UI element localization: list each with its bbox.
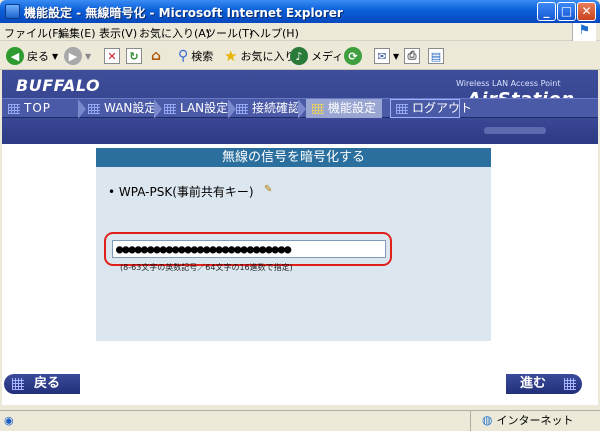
windows-flag-icon: ⚑ <box>572 23 596 41</box>
blurred-model-text <box>484 127 546 134</box>
panel-title: 無線の信号を暗号化する <box>96 148 491 167</box>
menu-view[interactable]: 表示(V) <box>99 25 137 41</box>
edit-page-button[interactable]: ▤ <box>428 45 444 67</box>
header-subbar <box>2 118 598 144</box>
globe-icon: ◍ <box>482 413 493 427</box>
tab-function-settings[interactable]: 機能設定 <box>312 99 376 118</box>
tab-top[interactable]: TOP <box>8 99 51 118</box>
favorites-toolbar-label: お気に入り <box>240 50 296 63</box>
star-icon: ★ <box>224 47 238 65</box>
tab-function-label: 機能設定 <box>328 101 377 115</box>
tab-connection-check[interactable]: 接続確認 <box>236 99 300 118</box>
grid-icon <box>88 103 100 114</box>
status-divider <box>470 411 471 431</box>
page-status-icon: ◉ <box>4 414 14 427</box>
media-icon: ♪ <box>290 47 308 65</box>
edit-window-icon: ▤ <box>428 48 444 64</box>
stop-button[interactable]: ✕ <box>104 45 120 67</box>
tab-logout-label: ログアウト <box>412 101 473 115</box>
security-zone: ◍ インターネット <box>482 412 573 428</box>
home-icon: ⌂ <box>150 48 162 64</box>
menu-tools[interactable]: ツール(T) <box>205 25 253 41</box>
printer-icon: ⎙ <box>404 48 420 64</box>
chevron-down-icon: ▼ <box>393 51 400 61</box>
grid-icon <box>236 103 248 114</box>
back-toolbar-label: 戻る <box>27 50 49 63</box>
chevron-down-icon: ▼ <box>85 51 92 61</box>
nav-separator-arrow <box>228 99 236 119</box>
product-caption: Wireless LAN Access Point <box>456 79 561 88</box>
tab-connection-label: 接続確認 <box>252 101 301 115</box>
minimize-button[interactable]: _ <box>537 2 556 21</box>
wpa-psk-label: WPA-PSK(事前共有キー) <box>118 185 254 199</box>
refresh-button[interactable]: ↻ <box>126 45 142 67</box>
menu-file[interactable]: ファイル(F) <box>4 25 63 41</box>
key-format-hint: (8-63文字の英数記号／64文字の16進数で指定) <box>120 263 293 272</box>
menu-favorites[interactable]: お気に入り(A) <box>139 25 210 41</box>
chevron-down-icon: ▼ <box>52 51 59 61</box>
ie-window-icon <box>5 4 20 19</box>
print-button[interactable]: ⎙ <box>404 45 420 67</box>
back-arrow-icon: ◀ <box>6 47 24 65</box>
history-button[interactable]: ⟳ <box>344 45 362 67</box>
next-button-label: 進む <box>520 376 547 391</box>
search-toolbar-button[interactable]: ⚲ 検索 <box>178 45 213 67</box>
grid-icon <box>312 103 324 114</box>
search-toolbar-label: 検索 <box>191 50 214 63</box>
grid-icon <box>396 103 408 114</box>
airstation-header: BUFFALO Wireless LAN Access Point AirSta… <box>2 70 598 144</box>
help-icon[interactable]: ✎ <box>264 184 280 196</box>
search-icon: ⚲ <box>178 48 189 64</box>
maximize-button[interactable]: □ <box>557 2 576 21</box>
tab-top-label: TOP <box>24 101 52 115</box>
home-button[interactable]: ⌂ <box>148 45 164 67</box>
tab-lan-settings[interactable]: LAN設定 <box>164 99 228 118</box>
next-button[interactable]: 進む <box>506 374 582 394</box>
forward-toolbar-button[interactable]: ▶ ▼ <box>64 45 91 67</box>
tab-lan-label: LAN設定 <box>180 101 229 115</box>
tab-wan-settings[interactable]: WAN設定 <box>88 99 156 118</box>
menu-bar: ファイル(F) 編集(E) 表示(V) お気に入り(A) ツール(T) ヘルプ(… <box>0 23 600 41</box>
tab-wan-label: WAN設定 <box>104 101 157 115</box>
tab-logout[interactable]: ログアウト <box>396 99 472 118</box>
back-toolbar-button[interactable]: ◀ 戻る ▼ <box>6 45 58 67</box>
refresh-icon: ↻ <box>126 48 142 64</box>
back-button-label: 戻る <box>34 376 61 391</box>
grid-icon <box>564 378 576 390</box>
zone-label: インターネット <box>496 414 574 427</box>
nav-separator-arrow <box>298 99 306 119</box>
history-icon: ⟳ <box>344 47 362 65</box>
favorites-toolbar-button[interactable]: ★ お気に入り <box>224 45 295 67</box>
stop-icon: ✕ <box>104 48 120 64</box>
grid-icon <box>12 378 24 390</box>
browser-toolbar: ◀ 戻る ▼ ▶ ▼ ✕ ↻ ⌂ ⚲ 検索 ★ お気に入り ♪ メディア ⟳ ✉… <box>0 42 600 70</box>
main-nav: TOP WAN設定 LAN設定 接続確認 機能設定 ログアウト <box>2 98 598 119</box>
buffalo-logo: BUFFALO <box>16 76 101 95</box>
close-button[interactable]: ✕ <box>577 2 596 21</box>
bullet-icon: • <box>108 185 116 199</box>
mail-icon: ✉ <box>374 48 390 64</box>
nav-separator-arrow <box>154 99 162 119</box>
back-button[interactable]: 戻る <box>4 374 80 394</box>
grid-icon <box>164 103 176 114</box>
menu-edit[interactable]: 編集(E) <box>58 25 96 41</box>
pre-shared-key-input[interactable] <box>112 240 386 258</box>
window-title: 機能設定 - 無線暗号化 - Microsoft Internet Explor… <box>24 6 343 20</box>
nav-separator-arrow <box>78 99 86 119</box>
mail-button[interactable]: ✉ ▼ <box>374 45 399 67</box>
menu-help[interactable]: ヘルプ(H) <box>249 25 299 41</box>
grid-icon <box>8 103 20 114</box>
wpa-psk-option: • WPA-PSK(事前共有キー) <box>108 183 254 200</box>
forward-arrow-icon: ▶ <box>64 47 82 65</box>
